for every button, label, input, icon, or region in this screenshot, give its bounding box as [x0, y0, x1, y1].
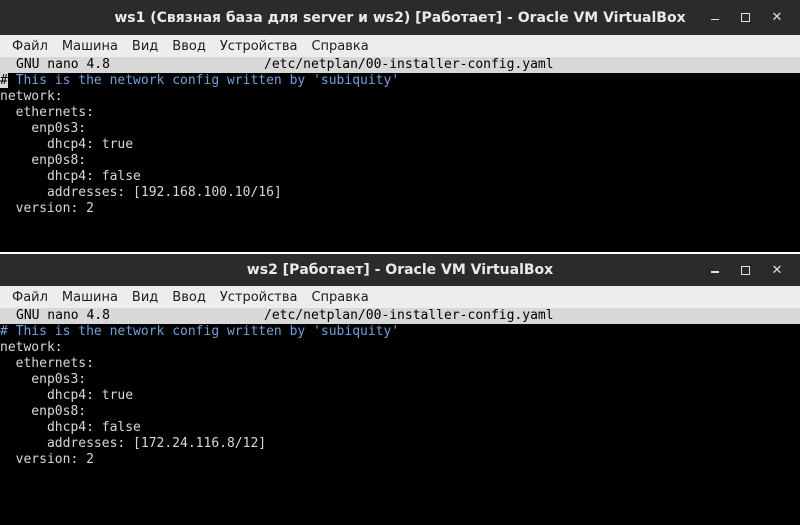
close-icon: ✕	[771, 262, 783, 278]
minimize-button[interactable]	[700, 254, 730, 286]
comment-text: This is the network config written by 's…	[7, 73, 400, 88]
config-line: version: 2	[0, 201, 94, 216]
comment-text: This is the network config written by 's…	[7, 324, 400, 339]
nano-file-path: /etc/netplan/00-installer-config.yaml	[264, 308, 554, 323]
config-line: ethernets:	[0, 105, 94, 120]
vm-window-ws2: ws2 [Работает] - Oracle VM VirtualBox ✕ …	[0, 254, 800, 525]
menu-devices[interactable]: Устройства	[213, 290, 305, 305]
nano-version: GNU nano 4.8	[16, 308, 110, 323]
config-line: addresses: [192.168.100.10/16]	[0, 185, 282, 200]
menu-machine[interactable]: Машина	[55, 39, 125, 54]
window-titlebar[interactable]: ws1 (Связная база для server и ws2) [Раб…	[0, 0, 800, 35]
maximize-button[interactable]	[730, 254, 760, 286]
config-line: dhcp4: true	[0, 388, 134, 403]
menu-file[interactable]: Файл	[0, 290, 55, 305]
config-line: enp0s8:	[0, 153, 87, 168]
nano-header: GNU nano 4.8 /etc/netplan/00-installer-c…	[0, 57, 800, 73]
menu-input[interactable]: Ввод	[165, 290, 213, 305]
nano-version: GNU nano 4.8	[16, 57, 110, 72]
menu-machine[interactable]: Машина	[55, 290, 125, 305]
minimize-button[interactable]	[700, 0, 730, 35]
config-line: enp0s3:	[0, 372, 87, 387]
maximize-button[interactable]	[730, 0, 760, 35]
menu-file[interactable]: Файл	[0, 39, 55, 54]
config-line: network:	[0, 340, 800, 356]
menu-view[interactable]: Вид	[125, 290, 165, 305]
window-titlebar[interactable]: ws2 [Работает] - Oracle VM VirtualBox ✕	[0, 254, 800, 286]
maximize-icon	[740, 13, 750, 22]
config-line: dhcp4: false	[0, 169, 141, 184]
config-line: ethernets:	[0, 356, 94, 371]
config-line: dhcp4: false	[0, 420, 141, 435]
menubar: Файл Машина Вид Ввод Устройства Справка	[0, 286, 800, 308]
vm-console[interactable]: GNU nano 4.8 /etc/netplan/00-installer-c…	[0, 57, 800, 252]
vm-console[interactable]: GNU nano 4.8 /etc/netplan/00-installer-c…	[0, 308, 800, 525]
minimize-icon	[711, 271, 719, 273]
close-icon: ✕	[771, 10, 783, 25]
menu-devices[interactable]: Устройства	[213, 39, 305, 54]
nano-header: GNU nano 4.8 /etc/netplan/00-installer-c…	[0, 308, 800, 324]
config-line: enp0s3:	[0, 121, 87, 136]
config-line: addresses: [172.24.116.8/12]	[0, 436, 267, 451]
menu-input[interactable]: Ввод	[165, 39, 213, 54]
menu-help[interactable]: Справка	[304, 39, 375, 54]
window-title: ws2 [Работает] - Oracle VM VirtualBox	[246, 262, 554, 278]
menu-help[interactable]: Справка	[304, 290, 375, 305]
config-comment-line: # This is the network config written by …	[0, 73, 800, 89]
config-line: network:	[0, 89, 800, 105]
maximize-icon	[740, 265, 750, 275]
config-line: dhcp4: true	[0, 137, 134, 152]
nano-file-path: /etc/netplan/00-installer-config.yaml	[264, 57, 554, 72]
menubar: Файл Машина Вид Ввод Устройства Справка	[0, 35, 800, 57]
close-button[interactable]: ✕	[762, 0, 792, 35]
config-line: version: 2	[0, 452, 94, 467]
close-button[interactable]: ✕	[762, 254, 792, 286]
vm-window-ws1: ws1 (Связная база для server и ws2) [Раб…	[0, 0, 800, 252]
config-comment-line: # This is the network config written by …	[0, 324, 800, 340]
config-line: enp0s8:	[0, 404, 87, 419]
minimize-icon	[711, 18, 719, 21]
menu-view[interactable]: Вид	[125, 39, 165, 54]
window-title: ws1 (Связная база для server и ws2) [Раб…	[114, 9, 686, 26]
